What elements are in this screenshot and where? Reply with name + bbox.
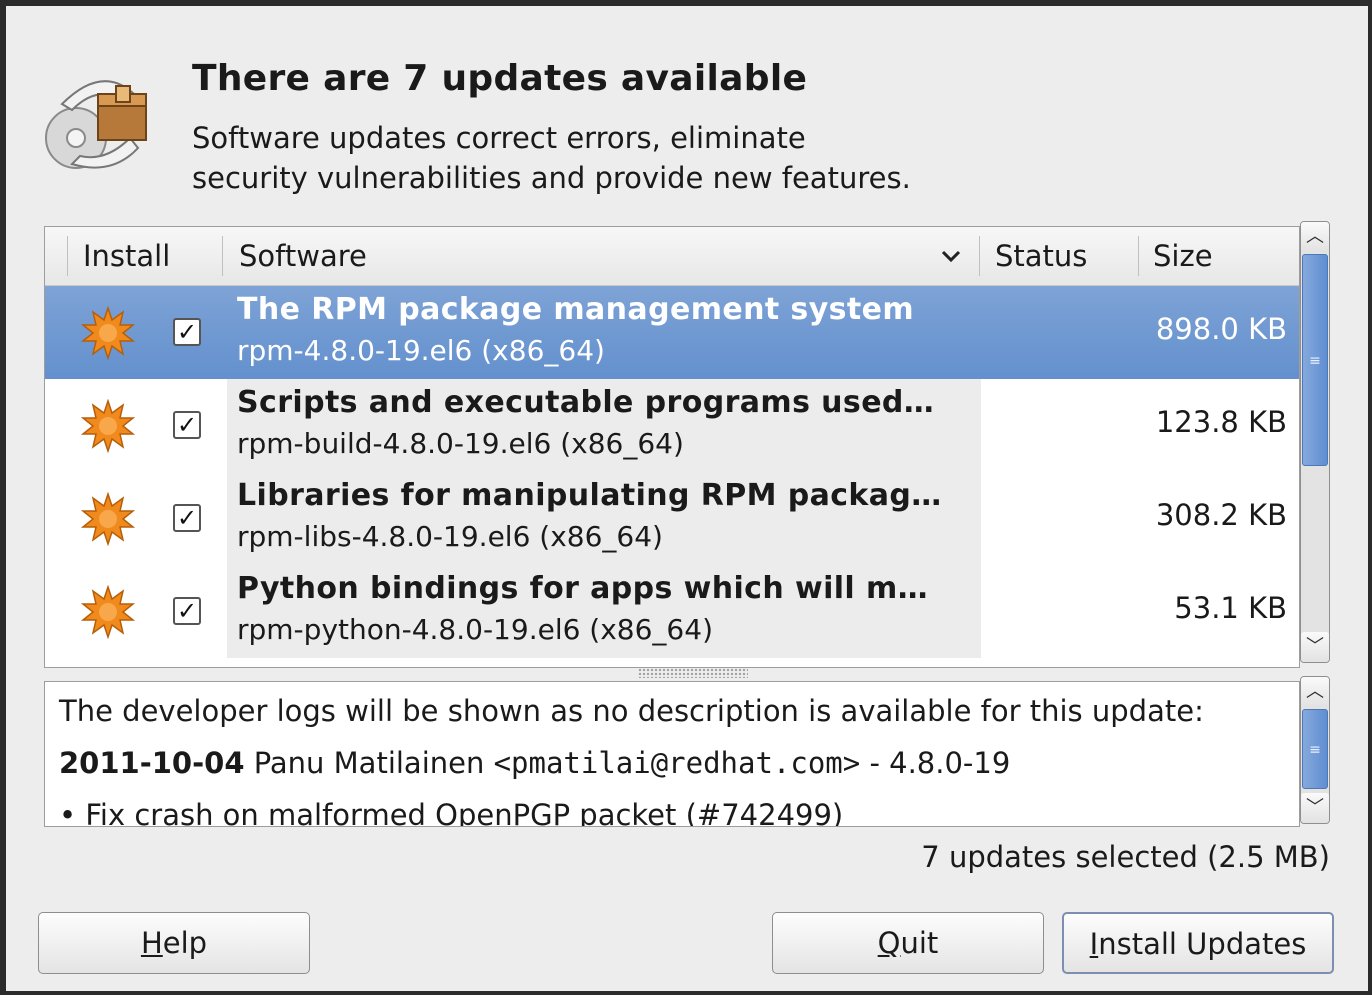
package-size: 123.8 KB bbox=[1155, 405, 1287, 439]
page-title: There are 7 updates available bbox=[192, 58, 808, 99]
install-checkbox[interactable]: ✓ bbox=[173, 318, 201, 346]
install-checkbox[interactable]: ✓ bbox=[173, 597, 201, 625]
update-row[interactable]: ✓ Python bindings for apps which will m…… bbox=[45, 565, 1299, 658]
column-status[interactable]: Status bbox=[995, 227, 1087, 285]
column-header: Install Software Status Size bbox=[45, 227, 1299, 286]
install-updates-button[interactable]: Install Updates bbox=[1062, 912, 1334, 974]
column-separator bbox=[979, 236, 980, 276]
update-window: There are 7 updates available Software u… bbox=[0, 0, 1372, 995]
scrollbar-thumb[interactable]: ≡ bbox=[1302, 254, 1328, 466]
package-size: 308.2 KB bbox=[1155, 498, 1287, 532]
update-row[interactable]: ✓ Libraries for manipulating RPM packag…… bbox=[45, 472, 1299, 565]
chevron-down-icon[interactable]: ﹀ bbox=[1301, 793, 1329, 823]
chevron-down-icon[interactable] bbox=[933, 227, 969, 285]
update-row[interactable]: ✓ Scripts and executable programs used… … bbox=[45, 379, 1299, 472]
updates-list[interactable]: Install Software Status Size ✓ The RPM p… bbox=[44, 226, 1300, 668]
package-size: 53.1 KB bbox=[1174, 591, 1287, 625]
package-version: rpm-libs-4.8.0-19.el6 (x86_64) bbox=[237, 520, 663, 553]
pane-resize-handle[interactable] bbox=[638, 668, 748, 678]
package-version: rpm-build-4.8.0-19.el6 (x86_64) bbox=[237, 427, 684, 460]
install-checkbox[interactable]: ✓ bbox=[173, 411, 201, 439]
security-update-star-icon bbox=[81, 306, 135, 360]
chevron-up-icon[interactable]: ︿ bbox=[1301, 222, 1329, 252]
install-checkbox[interactable]: ✓ bbox=[173, 504, 201, 532]
package-size: 898.0 KB bbox=[1155, 312, 1287, 346]
update-row[interactable]: ✓ The RPM package management system rpm-… bbox=[45, 286, 1299, 379]
quit-button[interactable]: Quit bbox=[772, 912, 1044, 974]
column-software[interactable]: Software bbox=[239, 227, 367, 285]
package-summary: Python bindings for apps which will m… bbox=[237, 571, 929, 606]
help-button[interactable]: Help bbox=[38, 912, 310, 974]
scrollbar-thumb[interactable]: ≡ bbox=[1302, 709, 1328, 789]
column-size[interactable]: Size bbox=[1153, 227, 1213, 285]
software-update-icon bbox=[45, 80, 147, 169]
package-summary: The RPM package management system bbox=[237, 292, 915, 327]
package-version: rpm-python-4.8.0-19.el6 (x86_64) bbox=[237, 613, 713, 646]
package-summary: Scripts and executable programs used… bbox=[237, 385, 935, 420]
security-update-star-icon bbox=[81, 585, 135, 639]
package-version: rpm-4.8.0-19.el6 (x86_64) bbox=[237, 334, 605, 367]
chevron-up-icon[interactable]: ︿ bbox=[1301, 677, 1329, 707]
column-install[interactable]: Install bbox=[83, 227, 170, 285]
chevron-down-icon[interactable]: ﹀ bbox=[1301, 632, 1329, 662]
package-summary: Libraries for manipulating RPM packag… bbox=[237, 478, 942, 513]
selection-summary: 7 updates selected (2.5 MB) bbox=[921, 840, 1330, 874]
description-scrollbar[interactable]: ︿ ≡ ﹀ bbox=[1300, 676, 1330, 824]
update-description: The developer logs will be shown as no d… bbox=[44, 681, 1300, 827]
updates-list-scrollbar[interactable]: ︿ ≡ ﹀ bbox=[1300, 221, 1330, 663]
column-separator bbox=[1138, 236, 1139, 276]
changelog-entry: 2011-10-04 Panu Matilainen <pmatilai@red… bbox=[59, 746, 1011, 780]
page-subtitle: Software updates correct errors, elimina… bbox=[192, 121, 911, 195]
security-update-star-icon bbox=[81, 492, 135, 546]
column-separator bbox=[222, 236, 223, 276]
security-update-star-icon bbox=[81, 399, 135, 453]
column-separator bbox=[67, 236, 68, 276]
